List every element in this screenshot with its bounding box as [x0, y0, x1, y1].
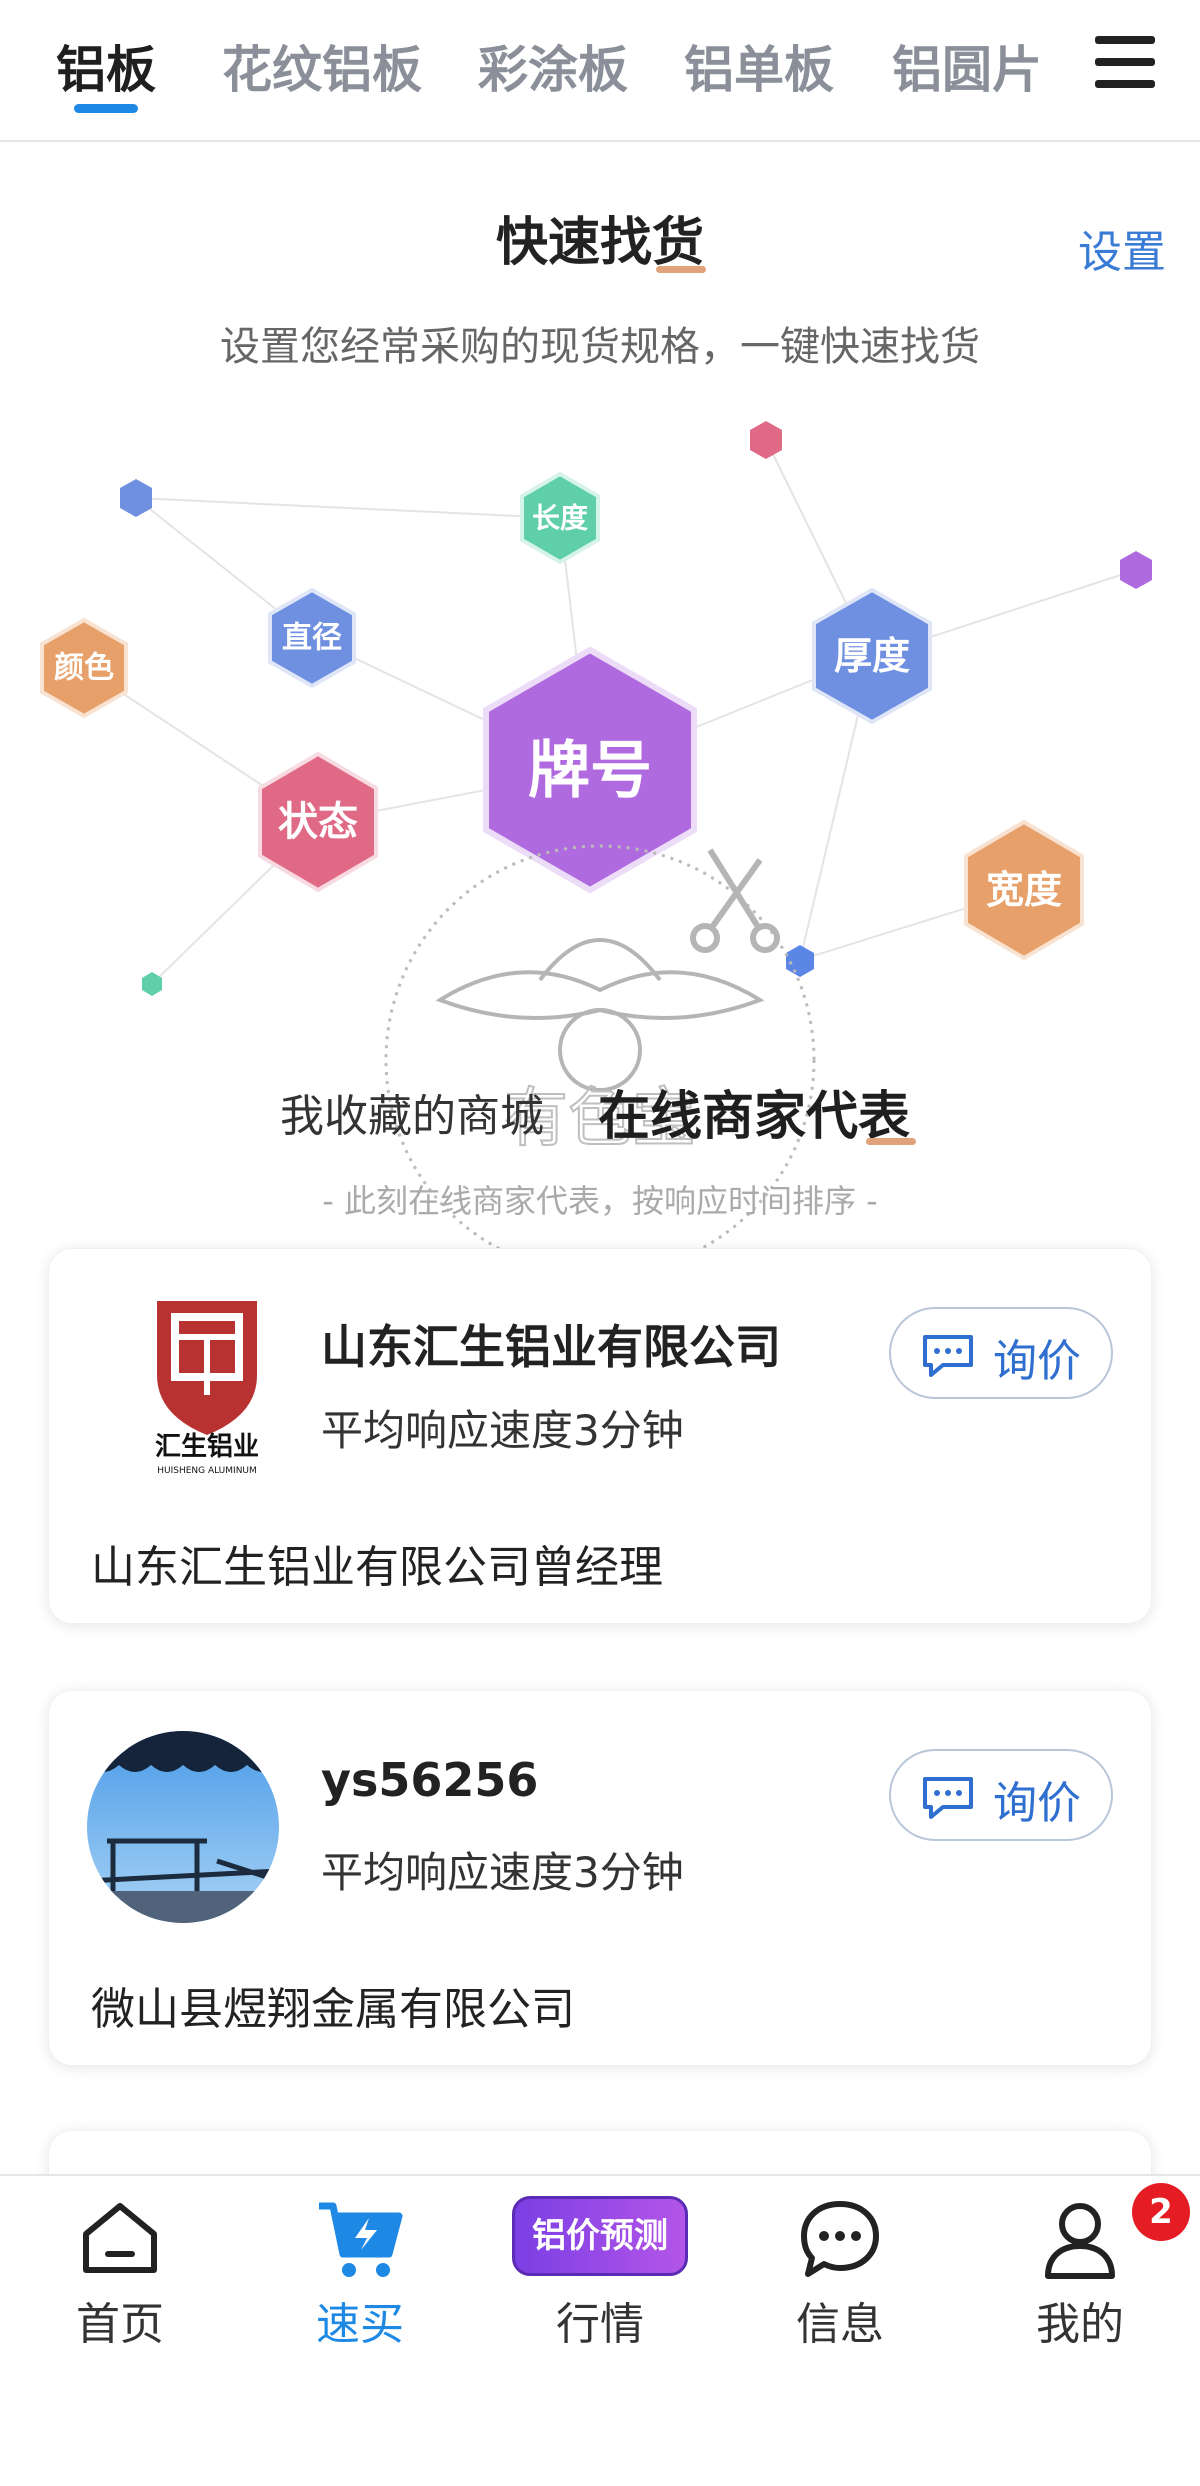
quick-find-subtitle: 设置您经常采购的现货规格，一键快速找货: [220, 324, 980, 370]
hex-label-grade: 牌号: [528, 734, 652, 807]
section-tab-underline: [866, 1138, 916, 1145]
quick-find-title: 快速找货: [495, 213, 704, 273]
small-hex-node: [750, 421, 782, 459]
merchant-representative: 山东汇生铝业有限公司曾经理: [91, 1542, 663, 1593]
logo-subtext: HUISHENG ALUMINUM: [157, 1466, 257, 1475]
cart-lightning-icon: [319, 2202, 403, 2277]
price-forecast-badge[interactable]: 铝价预测: [512, 2196, 688, 2276]
nav-label-market: 行情: [556, 2299, 644, 2350]
tab-aluminum-single-plate[interactable]: 铝单板: [684, 30, 834, 102]
inquiry-label: 询价: [993, 1778, 1081, 1829]
nav-messages[interactable]: 信息: [740, 2176, 940, 2376]
notification-badge: 2: [1132, 2183, 1190, 2241]
user-icon: [1045, 2203, 1115, 2279]
inquiry-label: 询价: [993, 1336, 1081, 1387]
hamburger-menu-icon[interactable]: [1095, 36, 1155, 88]
top-tab-bar: 铝板 花纹铝板 彩涂板 铝单板 铝圆片: [0, 0, 1200, 142]
tab-patterned-aluminum[interactable]: 花纹铝板: [222, 30, 422, 102]
merchant-name: 山东汇生铝业有限公司: [321, 1320, 781, 1374]
nav-quick-buy[interactable]: 速买: [260, 2176, 460, 2376]
chat-icon: [923, 1777, 973, 1819]
logo-text: 汇生铝业: [155, 1432, 259, 1462]
merchant-avatar: [87, 1731, 279, 1923]
hex-label-color: 颜色: [54, 651, 114, 686]
hex-label-thickness: 厚度: [834, 634, 910, 678]
merchant-card[interactable]: 汇生铝业 HUISHENG ALUMINUM 山东汇生铝业有限公司 平均响应速度…: [48, 1248, 1152, 1624]
response-speed: 平均响应速度3分钟: [321, 1406, 684, 1455]
tab-favorite-stores[interactable]: 我收藏的商城: [280, 1080, 544, 1144]
hex-label-length: 长度: [532, 502, 588, 535]
small-hex-node: [786, 945, 814, 977]
nav-label-messages: 信息: [796, 2299, 884, 2350]
inquiry-button[interactable]: 询价: [889, 1307, 1113, 1399]
section-subtitle: - 此刻在线商家代表，按响应时间排序 -: [322, 1182, 878, 1220]
spec-network-diagram[interactable]: 长度 直径 颜色 厚度 状态 宽度 牌号: [0, 380, 1200, 1040]
merchant-name: ys56256: [321, 1753, 539, 1807]
small-hex-node: [120, 479, 152, 517]
settings-link[interactable]: 设置: [1078, 216, 1166, 280]
tab-aluminum-plate[interactable]: 铝板: [56, 30, 156, 102]
tab-color-coated[interactable]: 彩涂板: [478, 30, 628, 102]
inquiry-button[interactable]: 询价: [889, 1749, 1113, 1841]
hex-label-width: 宽度: [986, 868, 1062, 912]
nav-label-quick-buy: 速买: [316, 2299, 404, 2350]
chat-bubble-icon: [801, 2201, 879, 2277]
small-hex-node: [1120, 551, 1152, 589]
nav-home[interactable]: 首页: [20, 2176, 220, 2376]
merchant-company: 微山县煜翔金属有限公司: [91, 1984, 575, 2035]
small-hex-node: [142, 972, 162, 996]
merchant-logo: 汇生铝业 HUISHENG ALUMINUM: [155, 1301, 259, 1475]
tab-aluminum-disc[interactable]: 铝圆片: [892, 30, 1042, 102]
nav-label-home: 首页: [76, 2299, 164, 2350]
title-underline: [656, 266, 706, 273]
chat-icon: [923, 1335, 973, 1377]
home-icon: [83, 2203, 157, 2273]
tab-online-merchants[interactable]: 在线商家代表: [598, 1074, 910, 1149]
merchant-card[interactable]: ys56256 平均响应速度3分钟 微山县煜翔金属有限公司 询价: [48, 1690, 1152, 2066]
hex-label-diameter: 直径: [282, 621, 342, 656]
active-tab-indicator: [74, 104, 138, 113]
nav-label-profile: 我的: [1036, 2299, 1124, 2350]
response-speed: 平均响应速度3分钟: [321, 1848, 684, 1897]
hex-label-temper: 状态: [278, 799, 358, 845]
